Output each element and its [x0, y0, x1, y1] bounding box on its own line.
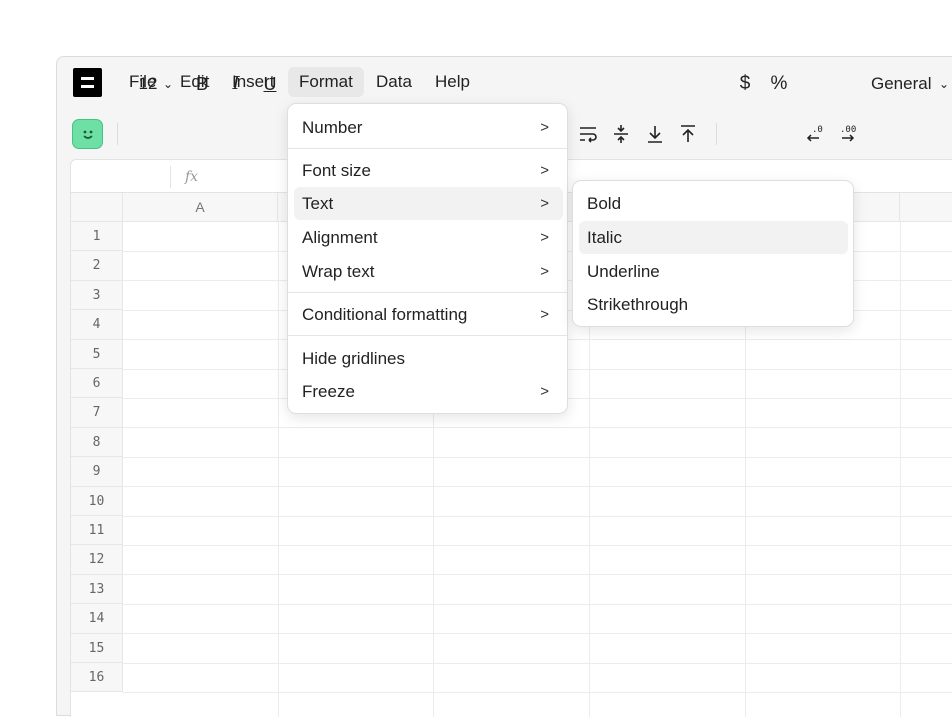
- row-header[interactable]: 9: [71, 457, 123, 487]
- row-header[interactable]: 7: [71, 398, 123, 428]
- menu-item-label: Freeze: [302, 382, 355, 401]
- grid-line: [123, 603, 952, 605]
- grid-line: [123, 692, 952, 693]
- function-icon: fx: [170, 166, 198, 188]
- menu-item-label: Font size: [302, 161, 371, 180]
- submenu-item-italic[interactable]: Italic: [579, 221, 848, 254]
- chevron-down-icon[interactable]: ⌄: [161, 71, 175, 97]
- format-menu-item-hide-gridlines[interactable]: Hide gridlines: [294, 342, 563, 375]
- chevron-right-icon: >: [540, 263, 549, 280]
- menu-divider: [288, 292, 567, 293]
- menu-format[interactable]: Format: [288, 67, 364, 97]
- grid-line: [123, 515, 952, 517]
- menu-item-label: Hide gridlines: [302, 349, 405, 368]
- row-header[interactable]: 11: [71, 516, 123, 546]
- svg-text:.00: .00: [840, 125, 856, 135]
- row-header[interactable]: 15: [71, 633, 123, 663]
- chevron-right-icon: >: [540, 383, 549, 400]
- menu-help[interactable]: Help: [424, 67, 481, 97]
- row-header[interactable]: 14: [71, 604, 123, 634]
- column-header[interactable]: [900, 193, 952, 222]
- italic-button[interactable]: I: [227, 71, 245, 97]
- chevron-right-icon: >: [540, 195, 549, 212]
- align-top-icon[interactable]: [677, 123, 699, 145]
- underline-button[interactable]: U: [261, 71, 279, 97]
- submenu-item-bold[interactable]: Bold: [579, 187, 848, 220]
- font-size-value[interactable]: 12: [138, 71, 158, 97]
- format-menu-item-alignment[interactable]: Alignment >: [294, 221, 563, 254]
- grid-line: [278, 222, 279, 717]
- corner-cell[interactable]: [71, 193, 123, 222]
- chevron-right-icon: >: [540, 229, 549, 246]
- toolbar-divider: [117, 123, 118, 145]
- menu-item-label: Text: [302, 194, 334, 213]
- menu-item-label: Wrap text: [302, 262, 375, 281]
- row-header[interactable]: 16: [71, 663, 123, 693]
- align-bottom-icon[interactable]: [644, 123, 666, 145]
- currency-button[interactable]: $: [735, 71, 755, 97]
- row-header[interactable]: 4: [71, 310, 123, 340]
- grid-line: [123, 662, 952, 664]
- grid-line: [123, 486, 952, 488]
- submenu-item-underline[interactable]: Underline: [579, 255, 848, 288]
- row-header[interactable]: 6: [71, 369, 123, 399]
- grid-line: [900, 222, 901, 717]
- format-menu-item-wrap-text[interactable]: Wrap text >: [294, 255, 563, 288]
- submenu-item-strikethrough[interactable]: Strikethrough: [579, 288, 848, 321]
- menu-data[interactable]: Data: [365, 67, 423, 97]
- row-header[interactable]: 10: [71, 486, 123, 516]
- menu-item-label: Number: [302, 118, 363, 137]
- format-menu: Number > Font size > Text > Alignment > Wrap…: [287, 103, 568, 414]
- bold-button[interactable]: B: [193, 71, 211, 97]
- row-header[interactable]: 5: [71, 339, 123, 369]
- menu-item-label: Alignment: [302, 228, 378, 247]
- menu-item-label: Conditional formatting: [302, 305, 468, 324]
- menu-divider: [288, 335, 567, 336]
- format-menu-item-font-size[interactable]: Font size >: [294, 154, 563, 187]
- grid-line: [123, 545, 952, 546]
- row-header[interactable]: 13: [71, 574, 123, 605]
- column-header[interactable]: A: [123, 193, 278, 222]
- number-format-select[interactable]: General: [871, 71, 935, 97]
- align-middle-icon[interactable]: [610, 123, 632, 145]
- grid-line: [123, 456, 952, 458]
- chevron-right-icon: >: [540, 306, 549, 323]
- chevron-right-icon: >: [540, 119, 549, 136]
- row-header[interactable]: 1: [71, 222, 123, 252]
- decrease-decimal-icon[interactable]: .0: [803, 123, 825, 145]
- smiley-icon[interactable]: [72, 119, 103, 149]
- chevron-down-icon[interactable]: ⌄: [937, 71, 951, 97]
- format-menu-item-conditional-formatting[interactable]: Conditional formatting >: [294, 298, 563, 331]
- percent-button[interactable]: %: [767, 71, 791, 97]
- increase-decimal-icon[interactable]: .00: [837, 123, 859, 145]
- menu-divider: [288, 148, 567, 149]
- grid-line: [123, 427, 952, 429]
- format-menu-item-freeze[interactable]: Freeze >: [294, 375, 563, 408]
- format-menu-item-text[interactable]: Text >: [294, 187, 563, 220]
- text-submenu: Bold Italic Underline Strikethrough: [572, 180, 854, 327]
- svg-text:.0: .0: [812, 125, 823, 135]
- row-header[interactable]: 12: [71, 545, 123, 575]
- row-header[interactable]: 8: [71, 427, 123, 458]
- row-header[interactable]: 2: [71, 251, 123, 281]
- menubar: File Edit Insert Format Data Help: [57, 57, 952, 107]
- chevron-right-icon: >: [540, 162, 549, 179]
- row-header[interactable]: 3: [71, 280, 123, 311]
- grid-line: [123, 574, 952, 576]
- toolbar-divider: [716, 123, 717, 145]
- format-menu-item-number[interactable]: Number >: [294, 111, 563, 144]
- grid-line: [123, 633, 952, 635]
- wrap-text-icon[interactable]: [577, 123, 599, 145]
- app-logo-icon[interactable]: [73, 68, 102, 97]
